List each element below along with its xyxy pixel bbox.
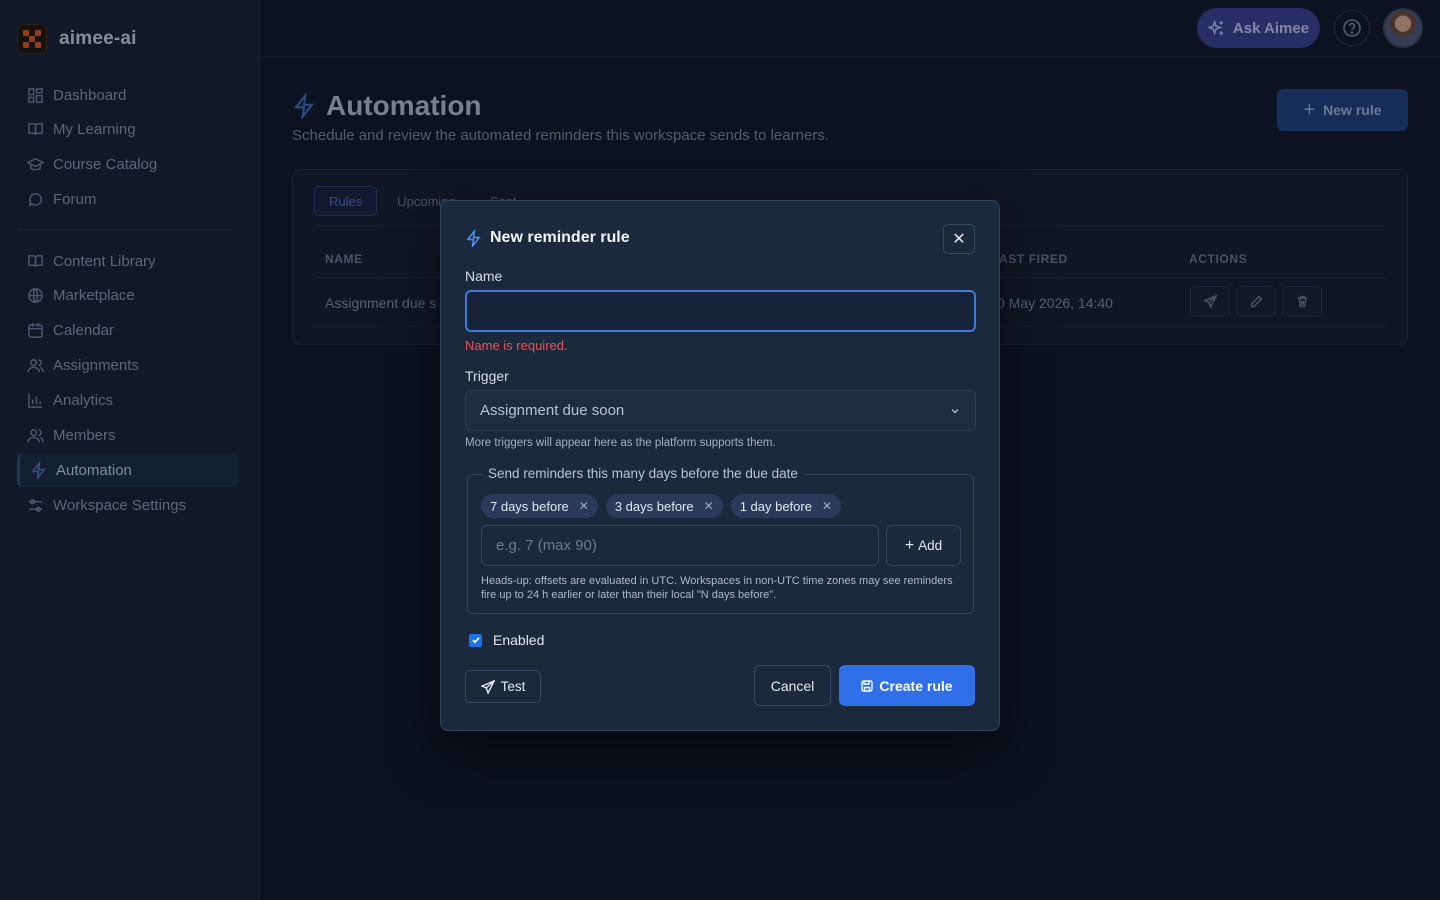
offset-chip: 1 day before ✕	[730, 494, 842, 518]
add-label: Add	[918, 538, 943, 553]
offsets-fieldset: Send reminders this many days before the…	[467, 466, 974, 614]
test-label: Test	[500, 679, 526, 694]
enabled-row: Enabled	[469, 632, 544, 648]
checkmark-icon	[471, 635, 481, 645]
add-offset-button[interactable]: + Add	[886, 525, 961, 566]
name-label: Name	[465, 268, 503, 284]
dialog-title: New reminder rule	[490, 229, 630, 246]
create-rule-button[interactable]: Create rule	[839, 665, 975, 706]
utc-headsup-note: Heads-up: offsets are evaluated in UTC. …	[481, 575, 953, 601]
chip-label: 7 days before	[490, 498, 569, 514]
trigger-hint: More triggers will appear here as the pl…	[465, 437, 776, 449]
dialog-header: New reminder rule	[465, 229, 630, 247]
name-error-message: Name is required.	[465, 338, 568, 353]
cancel-button[interactable]: Cancel	[754, 665, 831, 706]
enabled-checkbox[interactable]	[469, 633, 482, 647]
trigger-selected-value: Assignment due soon	[480, 402, 625, 419]
lightning-icon	[465, 229, 482, 247]
enabled-label: Enabled	[493, 632, 545, 648]
chevron-down-icon	[949, 405, 961, 417]
offsets-legend: Send reminders this many days before the…	[482, 466, 804, 481]
offset-chips: 7 days before ✕ 3 days before ✕ 1 day be…	[481, 494, 842, 518]
chip-label: 1 day before	[739, 498, 812, 514]
offset-chip: 7 days before ✕	[481, 494, 598, 518]
close-button[interactable]: ✕	[943, 224, 975, 254]
remove-chip-icon[interactable]: ✕	[822, 499, 832, 513]
save-icon	[861, 679, 874, 692]
new-rule-dialog: New reminder rule ✕ Name Name is require…	[440, 200, 1000, 731]
chip-label: 3 days before	[614, 498, 694, 514]
test-button[interactable]: Test	[465, 670, 541, 703]
trigger-select[interactable]: Assignment due soon	[465, 390, 976, 431]
plus-icon: +	[904, 536, 915, 554]
offset-chip: 3 days before ✕	[605, 494, 723, 518]
send-icon	[480, 679, 495, 694]
days-before-input[interactable]	[481, 525, 879, 566]
remove-chip-icon[interactable]: ✕	[704, 499, 714, 513]
close-icon: ✕	[952, 231, 966, 248]
create-rule-label: Create rule	[879, 677, 953, 694]
trigger-label: Trigger	[465, 368, 509, 384]
remove-chip-icon[interactable]: ✕	[579, 499, 589, 513]
rule-name-input[interactable]	[465, 290, 976, 332]
